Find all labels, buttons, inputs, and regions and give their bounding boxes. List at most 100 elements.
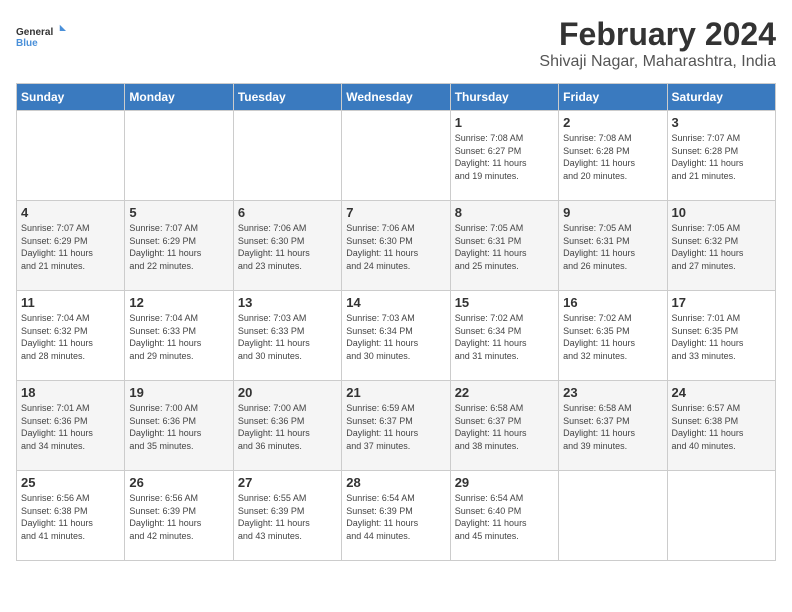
- weekday-header-row: SundayMondayTuesdayWednesdayThursdayFrid…: [17, 84, 776, 111]
- calendar-cell: 27Sunrise: 6:55 AM Sunset: 6:39 PM Dayli…: [233, 471, 341, 561]
- calendar-cell: 13 Sunrise: 7:03 AM Sunset: 6:33 PM Dayli…: [233, 291, 341, 381]
- day-number: 3: [672, 115, 771, 130]
- weekday-header: Thursday: [450, 84, 558, 111]
- weekday-header: Sunday: [17, 84, 125, 111]
- svg-text:General: General: [16, 27, 53, 38]
- logo-svg: General Blue: [16, 16, 66, 56]
- weekday-header: Wednesday: [342, 84, 450, 111]
- calendar-cell: 18 Sunrise: 7:01 AM Sunset: 6:36 PM Dayli…: [17, 381, 125, 471]
- day-number: 2: [563, 115, 662, 130]
- day-info: Sunrise: 7:04 AM Sunset: 6:32 PM Dayligh…: [21, 312, 120, 362]
- title-block: February 2024 Shivaji Nagar, Maharashtra…: [539, 16, 776, 71]
- calendar-cell: 4Sunrise: 7:07 AM Sunset: 6:29 PM Daylig…: [17, 201, 125, 291]
- calendar-cell: 26 Sunrise: 6:56 AM Sunset: 6:39 PM Dayli…: [125, 471, 233, 561]
- calendar-cell: [233, 111, 341, 201]
- day-info: Sunrise: 7:08 AM Sunset: 6:28 PM Dayligh…: [563, 132, 662, 182]
- day-number: 16: [563, 295, 662, 310]
- day-number: 25: [21, 475, 120, 490]
- calendar-cell: 10Sunrise: 7:05 AM Sunset: 6:32 PM Dayli…: [667, 201, 775, 291]
- calendar-cell: 25 Sunrise: 6:56 AM Sunset: 6:38 PM Dayli…: [17, 471, 125, 561]
- day-info: Sunrise: 7:08 AM Sunset: 6:27 PM Dayligh…: [455, 132, 554, 182]
- day-number: 29: [455, 475, 554, 490]
- day-info: Sunrise: 7:07 AM Sunset: 6:29 PM Dayligh…: [129, 222, 228, 272]
- day-number: 10: [672, 205, 771, 220]
- day-info: Sunrise: 7:01 AM Sunset: 6:36 PM Dayligh…: [21, 402, 120, 452]
- day-info: Sunrise: 7:02 AM Sunset: 6:34 PM Dayligh…: [455, 312, 554, 362]
- day-info: Sunrise: 7:06 AM Sunset: 6:30 PM Dayligh…: [346, 222, 445, 272]
- calendar-cell: 7 Sunrise: 7:06 AM Sunset: 6:30 PM Daylig…: [342, 201, 450, 291]
- day-info: Sunrise: 7:05 AM Sunset: 6:31 PM Dayligh…: [455, 222, 554, 272]
- calendar-cell: 15 Sunrise: 7:02 AM Sunset: 6:34 PM Dayli…: [450, 291, 558, 381]
- calendar-cell: 14 Sunrise: 7:03 AM Sunset: 6:34 PM Dayli…: [342, 291, 450, 381]
- calendar-cell: 12 Sunrise: 7:04 AM Sunset: 6:33 PM Dayli…: [125, 291, 233, 381]
- weekday-header: Friday: [559, 84, 667, 111]
- day-number: 24: [672, 385, 771, 400]
- day-info: Sunrise: 7:05 AM Sunset: 6:31 PM Dayligh…: [563, 222, 662, 272]
- day-info: Sunrise: 6:58 AM Sunset: 6:37 PM Dayligh…: [455, 402, 554, 452]
- calendar-cell: 19Sunrise: 7:00 AM Sunset: 6:36 PM Dayli…: [125, 381, 233, 471]
- calendar-cell: 24 Sunrise: 6:57 AM Sunset: 6:38 PM Dayli…: [667, 381, 775, 471]
- calendar-week-row: 25 Sunrise: 6:56 AM Sunset: 6:38 PM Dayli…: [17, 471, 776, 561]
- day-number: 26: [129, 475, 228, 490]
- day-number: 23: [563, 385, 662, 400]
- day-number: 7: [346, 205, 445, 220]
- day-info: Sunrise: 7:03 AM Sunset: 6:34 PM Dayligh…: [346, 312, 445, 362]
- calendar-cell: 21 Sunrise: 6:59 AM Sunset: 6:37 PM Dayli…: [342, 381, 450, 471]
- calendar-cell: 3 Sunrise: 7:07 AM Sunset: 6:28 PM Daylig…: [667, 111, 775, 201]
- calendar-cell: 28 Sunrise: 6:54 AM Sunset: 6:39 PM Dayli…: [342, 471, 450, 561]
- day-number: 12: [129, 295, 228, 310]
- day-number: 28: [346, 475, 445, 490]
- day-number: 17: [672, 295, 771, 310]
- day-number: 15: [455, 295, 554, 310]
- calendar-cell: 6Sunrise: 7:06 AM Sunset: 6:30 PM Daylig…: [233, 201, 341, 291]
- calendar-cell: 1Sunrise: 7:08 AM Sunset: 6:27 PM Daylig…: [450, 111, 558, 201]
- calendar-cell: [559, 471, 667, 561]
- calendar-cell: 20Sunrise: 7:00 AM Sunset: 6:36 PM Dayli…: [233, 381, 341, 471]
- day-number: 22: [455, 385, 554, 400]
- day-number: 19: [129, 385, 228, 400]
- day-info: Sunrise: 6:58 AM Sunset: 6:37 PM Dayligh…: [563, 402, 662, 452]
- day-info: Sunrise: 6:59 AM Sunset: 6:37 PM Dayligh…: [346, 402, 445, 452]
- day-info: Sunrise: 6:57 AM Sunset: 6:38 PM Dayligh…: [672, 402, 771, 452]
- weekday-header: Monday: [125, 84, 233, 111]
- calendar-cell: 2 Sunrise: 7:08 AM Sunset: 6:28 PM Daylig…: [559, 111, 667, 201]
- calendar-cell: 22 Sunrise: 6:58 AM Sunset: 6:37 PM Dayli…: [450, 381, 558, 471]
- calendar-cell: [17, 111, 125, 201]
- day-number: 27: [238, 475, 337, 490]
- day-info: Sunrise: 6:56 AM Sunset: 6:39 PM Dayligh…: [129, 492, 228, 542]
- weekday-header: Saturday: [667, 84, 775, 111]
- page-header: General Blue February 2024 Shivaji Nagar…: [16, 16, 776, 71]
- calendar-cell: [342, 111, 450, 201]
- page-subtitle: Shivaji Nagar, Maharashtra, India: [539, 53, 776, 71]
- day-number: 11: [21, 295, 120, 310]
- svg-text:Blue: Blue: [16, 38, 38, 49]
- page-title: February 2024: [539, 16, 776, 53]
- day-number: 5: [129, 205, 228, 220]
- day-info: Sunrise: 7:06 AM Sunset: 6:30 PM Dayligh…: [238, 222, 337, 272]
- day-info: Sunrise: 7:04 AM Sunset: 6:33 PM Dayligh…: [129, 312, 228, 362]
- calendar-table: SundayMondayTuesdayWednesdayThursdayFrid…: [16, 83, 776, 561]
- day-info: Sunrise: 7:01 AM Sunset: 6:35 PM Dayligh…: [672, 312, 771, 362]
- weekday-header: Tuesday: [233, 84, 341, 111]
- calendar-week-row: 1Sunrise: 7:08 AM Sunset: 6:27 PM Daylig…: [17, 111, 776, 201]
- day-number: 9: [563, 205, 662, 220]
- day-info: Sunrise: 7:07 AM Sunset: 6:29 PM Dayligh…: [21, 222, 120, 272]
- calendar-week-row: 18 Sunrise: 7:01 AM Sunset: 6:36 PM Dayli…: [17, 381, 776, 471]
- calendar-cell: 5 Sunrise: 7:07 AM Sunset: 6:29 PM Daylig…: [125, 201, 233, 291]
- calendar-cell: [667, 471, 775, 561]
- calendar-cell: 16Sunrise: 7:02 AM Sunset: 6:35 PM Dayli…: [559, 291, 667, 381]
- calendar-cell: [125, 111, 233, 201]
- day-number: 18: [21, 385, 120, 400]
- calendar-cell: 9 Sunrise: 7:05 AM Sunset: 6:31 PM Daylig…: [559, 201, 667, 291]
- day-number: 13: [238, 295, 337, 310]
- calendar-cell: 17 Sunrise: 7:01 AM Sunset: 6:35 PM Dayli…: [667, 291, 775, 381]
- day-info: Sunrise: 7:03 AM Sunset: 6:33 PM Dayligh…: [238, 312, 337, 362]
- day-info: Sunrise: 6:56 AM Sunset: 6:38 PM Dayligh…: [21, 492, 120, 542]
- day-info: Sunrise: 6:54 AM Sunset: 6:39 PM Dayligh…: [346, 492, 445, 542]
- calendar-cell: 23 Sunrise: 6:58 AM Sunset: 6:37 PM Dayli…: [559, 381, 667, 471]
- day-number: 14: [346, 295, 445, 310]
- day-number: 21: [346, 385, 445, 400]
- calendar-week-row: 4Sunrise: 7:07 AM Sunset: 6:29 PM Daylig…: [17, 201, 776, 291]
- day-number: 8: [455, 205, 554, 220]
- day-info: Sunrise: 7:07 AM Sunset: 6:28 PM Dayligh…: [672, 132, 771, 182]
